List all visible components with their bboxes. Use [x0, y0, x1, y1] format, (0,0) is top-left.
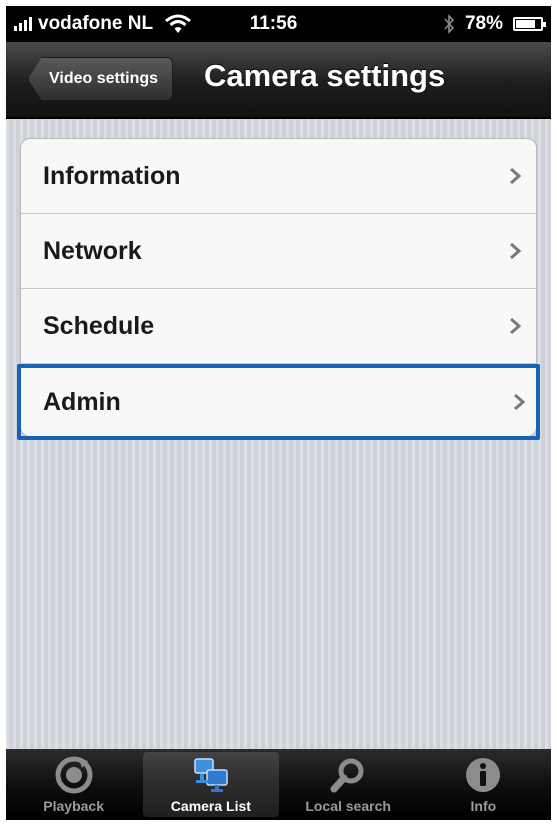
battery-icon — [513, 17, 546, 31]
tab-playback[interactable]: Playback — [6, 749, 141, 820]
list-item-network[interactable]: Network — [21, 214, 536, 289]
list-item-label: Network — [43, 236, 142, 265]
page-title: Camera settings — [204, 58, 446, 93]
chevron-right-icon — [510, 242, 522, 260]
chevron-right-icon — [510, 167, 522, 185]
list-item-label: Information — [43, 161, 181, 190]
settings-list: Information Network Schedule Admin — [17, 138, 540, 440]
navigation-bar: Video settings Camera settings — [6, 42, 551, 118]
content-area: Information Network Schedule Admin — [6, 119, 551, 749]
battery-percent: 78% — [464, 13, 503, 34]
battery-level-fill — [516, 20, 535, 28]
status-bar: vodafone NL 11:56 78% — [6, 6, 551, 42]
status-right: 78% — [443, 13, 546, 35]
playback-icon — [55, 756, 93, 794]
tab-label: Playback — [43, 798, 104, 814]
tab-camera-list[interactable]: Camera List — [143, 752, 279, 817]
tab-label: Info — [470, 798, 497, 814]
back-button-label: Video settings — [49, 70, 159, 87]
list-item-label: Schedule — [43, 311, 155, 340]
tab-label: Local search — [305, 798, 391, 814]
bluetooth-icon — [444, 14, 455, 34]
info-icon — [466, 758, 501, 792]
list-item-admin[interactable]: Admin — [17, 364, 540, 440]
chevron-right-icon — [514, 393, 526, 411]
tab-label: Camera List — [170, 798, 251, 814]
search-icon — [330, 758, 364, 793]
phone-screen: vodafone NL 11:56 78% Video settings Cam… — [6, 6, 551, 820]
tab-bar: Playback Camera List Local search Info — [6, 749, 551, 820]
list-item-information[interactable]: Information — [21, 139, 536, 214]
list-item-label: Admin — [43, 387, 121, 416]
chevron-right-icon — [510, 317, 522, 335]
tab-local-search[interactable]: Local search — [281, 749, 416, 820]
list-item-schedule[interactable]: Schedule — [21, 289, 536, 364]
camera-list-icon — [194, 758, 228, 792]
tab-info[interactable]: Info — [416, 749, 551, 820]
back-button[interactable]: Video settings — [28, 57, 174, 101]
